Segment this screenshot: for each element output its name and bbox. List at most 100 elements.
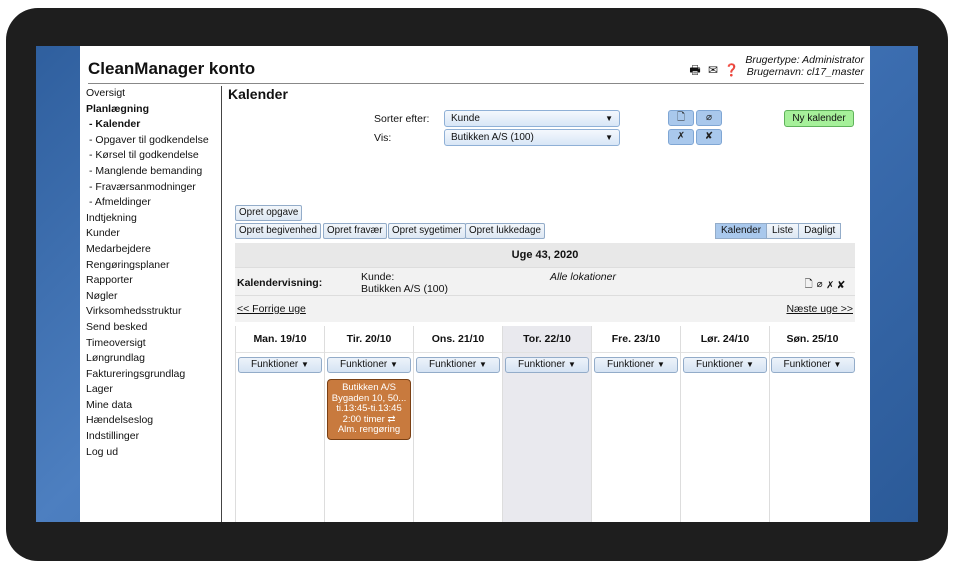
nav-haendelseslog[interactable]: Hændelseslog [86,413,221,429]
nav-nogler[interactable]: Nøgler [86,289,221,305]
customer-label: Kunde: [361,271,395,283]
create-sick-hours-button[interactable]: Opret sygetimer [388,223,466,239]
functions-label: Funktioner [429,359,477,370]
day-column: Tir. 20/10 Funktioner ▼ Butikken A/S Byg… [324,326,413,522]
calendar-view-label: Kalendervisning: [237,277,323,289]
event-type: Alm. rengøring [337,424,401,435]
crossed-pen-alt-icon[interactable]: ✘ [696,129,722,145]
create-absence-button[interactable]: Opret fravær [323,223,387,239]
nav-rengoringsplaner[interactable]: Rengøringsplaner [86,258,221,274]
nav-opgaver-godkendelse[interactable]: - Opgaver til godkendelse [86,133,221,149]
day-column-today: Tor. 22/10 Funktioner ▼ [502,326,591,522]
nav-timeoversigt[interactable]: Timeoversigt [86,336,221,352]
nav-send-besked[interactable]: Send besked [86,320,221,336]
help-icon[interactable]: ❓ [724,63,739,77]
nav-lager[interactable]: Lager [86,382,221,398]
event-customer: Butikken A/S [342,382,396,393]
chevron-down-icon: ▼ [833,360,842,369]
app-title: CleanManager konto [88,59,256,78]
sidebar-nav: Oversigt Planlægning - Kalender - Opgave… [86,86,222,522]
nav-kalender[interactable]: - Kalender [86,117,221,133]
locations-label: Alle lokationer [550,271,616,283]
functions-button[interactable]: Funktioner ▼ [327,357,411,373]
chevron-down-icon: ▼ [657,360,665,369]
day-header: Søn. 25/10 [770,326,855,353]
crossed-pen-icon[interactable]: ✗ [668,129,694,145]
no-document-icon[interactable]: ⌀ [817,279,827,290]
sort-label: Sorter efter: [374,113,430,125]
crossed-pen-icon[interactable]: ✗ [827,279,838,290]
functions-label: Funktioner [518,359,566,370]
day-header: Lør. 24/10 [681,326,769,353]
functions-button[interactable]: Funktioner ▼ [505,357,589,373]
chevron-down-icon: ▼ [605,114,613,123]
prev-week-link[interactable]: << Forrige uge [237,303,306,315]
create-task-button[interactable]: Opret opgave [235,205,303,221]
show-label: Vis: [374,132,392,144]
nav-indstillinger[interactable]: Indstillinger [86,429,221,445]
nav-korsel-godkendelse[interactable]: - Kørsel til godkendelse [86,148,221,164]
functions-button[interactable]: Funktioner ▼ [594,357,678,373]
nav-kunder[interactable]: Kunder [86,226,221,242]
header-icons: 🖶 ✉ ❓ [688,63,739,77]
tab-liste[interactable]: Liste [766,223,800,239]
crossed-pen-alt-icon[interactable]: ✘ [837,279,849,290]
nav-indtjekning[interactable]: Indtjekning [86,211,221,227]
nav-virksomhedsstruktur[interactable]: Virksomhedsstruktur [86,304,221,320]
day-column: Ons. 21/10 Funktioner ▼ [413,326,502,522]
functions-button[interactable]: Funktioner ▼ [416,357,500,373]
show-select-value: Butikken A/S (100) [451,132,534,143]
functions-label: Funktioner [251,359,299,370]
nav-manglende-bemanding[interactable]: - Manglende bemanding [86,164,221,180]
functions-button[interactable]: Funktioner ▼ [683,357,767,373]
app-header: CleanManager konto 🖶 ✉ ❓ Brugertype: Adm… [88,50,864,84]
no-document-icon[interactable]: ⌀ [696,110,722,126]
print-icon[interactable]: 🖶 [688,63,702,77]
day-header: Man. 19/10 [236,326,324,353]
day-header: Ons. 21/10 [414,326,502,353]
chevron-down-icon: ▼ [479,360,487,369]
user-info: Brugertype: Administrator Brugernavn: cl… [745,54,864,78]
chevron-down-icon: ▼ [390,360,398,369]
functions-button[interactable]: Funktioner ▼ [238,357,322,373]
main-content: Kalender Sorter efter: Kunde ▼ Vis: Buti… [228,86,868,522]
nav-afmeldinger[interactable]: - Afmeldinger [86,195,221,211]
nav-rapporter[interactable]: Rapporter [86,273,221,289]
nav-fravaersanmodninger[interactable]: - Fraværsanmodninger [86,180,221,196]
sort-select[interactable]: Kunde ▼ [444,110,620,127]
nav-log-ud[interactable]: Log ud [86,445,221,461]
day-column: Fre. 23/10 Funktioner ▼ [591,326,680,522]
create-event-button[interactable]: Opret begivenhed [235,223,321,239]
nav-planlaegning[interactable]: Planlægning [86,102,221,118]
day-header: Fre. 23/10 [592,326,680,353]
chevron-down-icon: ▼ [568,360,576,369]
functions-label: Funktioner [783,359,831,370]
calendar-view-icons: 🗋⌀✗✘ [805,277,849,294]
customer-value: Butikken A/S (100) [361,283,448,295]
chevron-down-icon: ▼ [301,360,309,369]
functions-label: Funktioner [696,359,744,370]
mail-icon[interactable]: ✉ [706,63,720,77]
tab-kalender[interactable]: Kalender [715,223,768,239]
calendar-event[interactable]: Butikken A/S Bygaden 10, 50... ti.13:45-… [327,379,411,440]
nav-mine-data[interactable]: Mine data [86,398,221,414]
nav-faktureringsgrundlag[interactable]: Faktureringsgrundlag [86,367,221,383]
sort-select-value: Kunde [451,113,480,124]
functions-button[interactable]: Funktioner ▼ [770,357,855,373]
functions-label: Funktioner [607,359,655,370]
screen: CleanManager konto 🖶 ✉ ❓ Brugertype: Adm… [36,46,918,522]
new-calendar-button[interactable]: Ny kalender [784,110,854,127]
nav-medarbejdere[interactable]: Medarbejdere [86,242,221,258]
tab-dagligt[interactable]: Dagligt [798,223,842,239]
event-time: ti.13:45-ti.13:45 [336,403,402,414]
document-icon[interactable]: 🗋 [668,110,694,126]
nav-oversigt[interactable]: Oversigt [86,86,221,102]
user-name: Brugernavn: cl17_master [746,66,864,78]
week-navigation: << Forrige uge Næste uge >> [235,296,855,322]
nav-longrundlag[interactable]: Løngrundlag [86,351,221,367]
document-icon[interactable]: 🗋 [805,279,817,290]
create-closed-days-button[interactable]: Opret lukkedage [465,223,545,239]
next-week-link[interactable]: Næste uge >> [786,303,853,315]
show-select[interactable]: Butikken A/S (100) ▼ [444,129,620,146]
day-column: Søn. 25/10 Funktioner ▼ [769,326,855,522]
